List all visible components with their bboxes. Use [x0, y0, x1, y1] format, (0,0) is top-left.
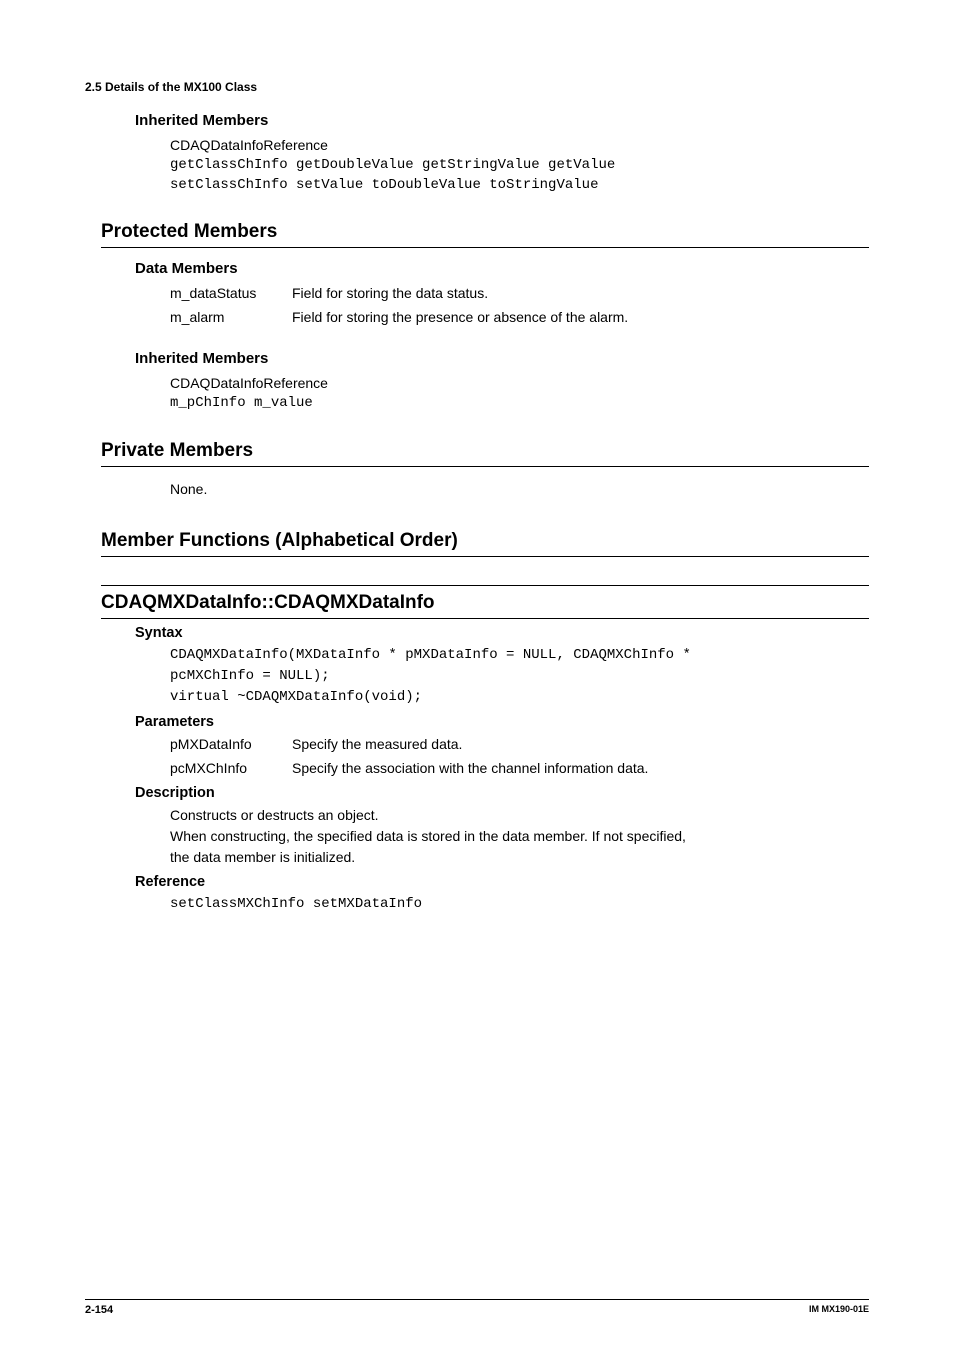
param-label: pMXDataInfo: [170, 734, 292, 755]
data-label: m_alarm: [170, 307, 292, 328]
data-label: m_dataStatus: [170, 283, 292, 304]
syntax-line2: pcMXChInfo = NULL);: [170, 666, 869, 687]
inherited-members-2-body: CDAQDataInfoReference m_pChInfo m_value: [170, 373, 869, 414]
page-number: 2-154: [85, 1304, 113, 1316]
member-functions-heading: Member Functions (Alphabetical Order): [101, 530, 869, 552]
inherited2-code-line1: m_pChInfo m_value: [170, 394, 869, 414]
description-heading: Description: [135, 785, 869, 801]
description-line3: the data member is initialized.: [170, 847, 869, 868]
data-members-body: m_dataStatus Field for storing the data …: [170, 283, 869, 328]
data-desc: Field for storing the data status.: [292, 283, 869, 304]
inherited-code-line1: getClassChInfo getDoubleValue getStringV…: [170, 156, 869, 176]
syntax-line3: virtual ~CDAQMXDataInfo(void);: [170, 687, 869, 708]
method-name: CDAQMXDataInfo::CDAQMXDataInfo: [101, 592, 869, 614]
reference-heading: Reference: [135, 874, 869, 890]
protected-members-divider: [101, 247, 869, 248]
inherited-ref-1: CDAQDataInfoReference: [170, 135, 869, 156]
data-row: m_dataStatus Field for storing the data …: [170, 283, 869, 304]
inherited-code-line2: setClassChInfo setValue toDoubleValue to…: [170, 176, 869, 196]
inherited-members-1-body: CDAQDataInfoReference getClassChInfo get…: [170, 135, 869, 195]
param-desc: Specify the association with the channel…: [292, 758, 648, 779]
page-footer: 2-154 IM MX190-01E: [85, 1299, 869, 1316]
syntax-line1: CDAQMXDataInfo(MXDataInfo * pMXDataInfo …: [170, 645, 869, 666]
section-header: 2.5 Details of the MX100 Class: [85, 80, 869, 94]
param-desc: Specify the measured data.: [292, 734, 462, 755]
reference-body: setClassMXChInfo setMXDataInfo: [170, 894, 869, 915]
private-members-body: None.: [135, 479, 869, 500]
private-members-divider: [101, 466, 869, 467]
data-members: Data Members m_dataStatus Field for stor…: [135, 260, 869, 328]
inherited-members-1-title: Inherited Members: [135, 112, 869, 129]
data-row: m_alarm Field for storing the presence o…: [170, 307, 869, 328]
private-members-heading: Private Members: [101, 440, 869, 462]
inherited-members-1: Inherited Members CDAQDataInfoReference …: [135, 112, 869, 195]
inherited-members-2: Inherited Members CDAQDataInfoReference …: [135, 350, 869, 414]
protected-members-heading: Protected Members: [101, 221, 869, 243]
method-top-divider: [101, 585, 869, 586]
footer-divider: [85, 1299, 869, 1300]
method-bottom-divider: [101, 618, 869, 619]
description-line2: When constructing, the specified data is…: [170, 826, 869, 847]
reference-line1: setClassMXChInfo setMXDataInfo: [170, 894, 869, 915]
inherited-ref-2: CDAQDataInfoReference: [170, 373, 869, 394]
description-body: Constructs or destructs an object. When …: [170, 805, 869, 868]
param-row: pcMXChInfo Specify the association with …: [170, 758, 869, 779]
param-row: pMXDataInfo Specify the measured data.: [170, 734, 869, 755]
inherited-members-2-title: Inherited Members: [135, 350, 869, 367]
description-line1: Constructs or destructs an object.: [170, 805, 869, 826]
parameters-heading: Parameters: [135, 714, 869, 730]
data-desc: Field for storing the presence or absenc…: [292, 307, 869, 328]
data-members-title: Data Members: [135, 260, 869, 277]
doc-id: IM MX190-01E: [809, 1304, 869, 1316]
syntax-heading: Syntax: [135, 625, 869, 641]
param-label: pcMXChInfo: [170, 758, 292, 779]
syntax-body: CDAQMXDataInfo(MXDataInfo * pMXDataInfo …: [170, 645, 869, 708]
parameters-body: pMXDataInfo Specify the measured data. p…: [170, 734, 869, 779]
member-functions-divider: [101, 556, 869, 557]
footer-content: 2-154 IM MX190-01E: [85, 1304, 869, 1316]
private-members-none: None.: [170, 479, 869, 500]
